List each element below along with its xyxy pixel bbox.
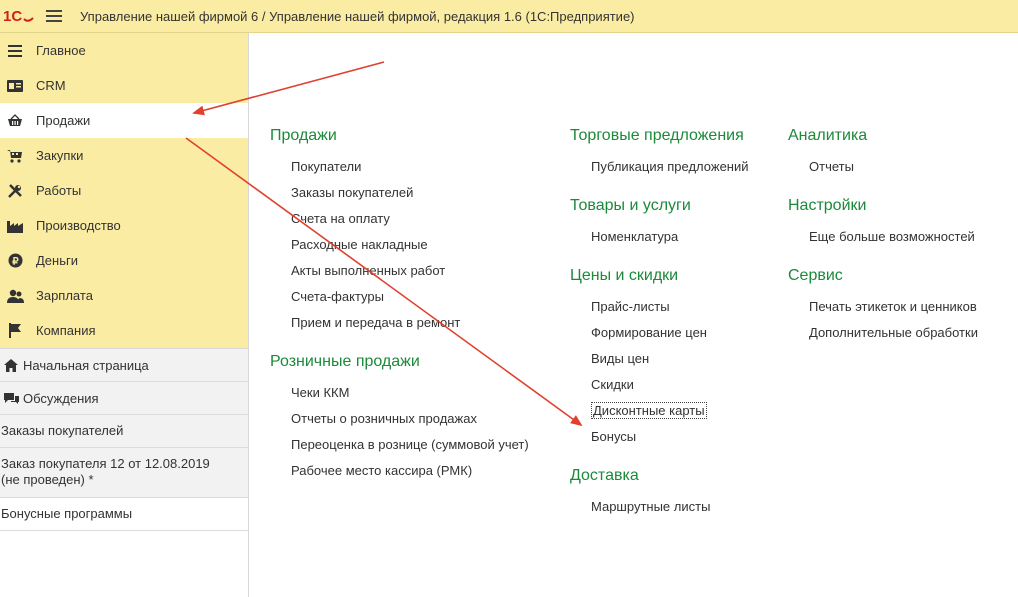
sidebar: Главное CRM Продажи Закупки Работы Произ… [0, 33, 249, 597]
link-retail-revaluation[interactable]: Переоценка в рознице (суммовой учет) [270, 432, 529, 458]
people-icon [6, 288, 24, 304]
group-title: Настройки [788, 197, 867, 214]
link-customer-orders[interactable]: Заказы покупателей [270, 180, 529, 206]
section-label: Продажи [36, 113, 91, 128]
link-retail-reports[interactable]: Отчеты о розничных продажах [270, 406, 529, 432]
group-title: Продажи [270, 127, 337, 144]
nav-home[interactable]: Начальная страница [0, 349, 248, 382]
group-goods: Товары и услуги Номенклатура [570, 197, 749, 250]
group-analytics: Аналитика Отчеты [788, 127, 978, 180]
link-repair-transfer[interactable]: Прием и передача в ремонт [270, 310, 529, 336]
link-kkm-receipts[interactable]: Чеки ККМ [270, 380, 529, 406]
crm-card-icon [6, 78, 24, 94]
link-more-features[interactable]: Еще больше возможностей [788, 224, 978, 250]
group-title: Доставка [570, 467, 639, 484]
open-window-label: Заказы покупателей [1, 423, 124, 438]
section-production[interactable]: Производство [0, 208, 248, 243]
link-completion-acts[interactable]: Акты выполненных работ [270, 258, 529, 284]
svg-text:1С: 1С [3, 8, 22, 25]
link-tax-invoices[interactable]: Счета-фактуры [270, 284, 529, 310]
group-offers: Торговые предложения Публикация предложе… [570, 127, 749, 180]
window-title: Управление нашей фирмой 6 / Управление н… [80, 8, 635, 24]
factory-icon [6, 218, 24, 234]
section-salary[interactable]: Зарплата [0, 278, 248, 313]
link-price-lists[interactable]: Прайс-листы [570, 294, 749, 320]
group-service: Сервис Печать этикеток и ценников Дополн… [788, 267, 978, 346]
section-label: Зарплата [36, 288, 93, 303]
group-title: Торговые предложения [570, 127, 744, 144]
home-icon [3, 358, 19, 372]
main-menu-icon[interactable] [46, 10, 62, 22]
basket-icon [6, 113, 24, 129]
section-panel: Главное CRM Продажи Закупки Работы Произ… [0, 33, 248, 348]
section-works[interactable]: Работы [0, 173, 248, 208]
link-route-sheets[interactable]: Маршрутные листы [570, 494, 749, 520]
section-money[interactable]: ₽ Деньги [0, 243, 248, 278]
discussion-icon [3, 391, 19, 405]
link-nomenclature[interactable]: Номенклатура [570, 224, 749, 250]
section-sales[interactable]: Продажи [0, 103, 248, 138]
link-reports[interactable]: Отчеты [788, 154, 978, 180]
section-label: Работы [36, 183, 82, 198]
link-discount-cards[interactable]: Дисконтные карты [570, 398, 749, 424]
title-bar: 1С Управление нашей фирмой 6 / Управлени… [0, 0, 1018, 33]
group-title: Сервис [788, 267, 843, 284]
discount-cards-label: Дисконтные карты [591, 402, 707, 419]
link-discounts[interactable]: Скидки [570, 372, 749, 398]
link-customers[interactable]: Покупатели [270, 154, 529, 180]
column-1: Продажи Покупатели Заказы покупателей Сч… [270, 127, 529, 501]
group-delivery: Доставка Маршрутные листы [570, 467, 749, 520]
section-label: Компания [36, 323, 96, 338]
group-retail: Розничные продажи Чеки ККМ Отчеты о розн… [270, 353, 529, 484]
section-crm[interactable]: CRM [0, 68, 248, 103]
tools-icon [6, 183, 24, 199]
section-label: Закупки [36, 148, 84, 163]
open-window-label: Бонусные программы [1, 506, 133, 521]
flag-icon [6, 323, 24, 339]
nav-discussions[interactable]: Обсуждения [0, 382, 248, 415]
link-cashier-workplace[interactable]: Рабочее место кассира (РМК) [270, 458, 529, 484]
section-content: Продажи Покупатели Заказы покупателей Сч… [249, 33, 1018, 597]
cart-icon [6, 148, 24, 164]
section-company[interactable]: Компания [0, 313, 248, 348]
link-bonuses[interactable]: Бонусы [570, 424, 749, 450]
column-3: Аналитика Отчеты Настройки Еще больше во… [788, 127, 978, 363]
nav-discussions-label: Обсуждения [23, 390, 99, 406]
section-label: Производство [36, 218, 121, 233]
section-label: CRM [36, 78, 66, 93]
group-settings: Настройки Еще больше возможностей [788, 197, 978, 250]
section-purchases[interactable]: Закупки [0, 138, 248, 173]
section-main[interactable]: Главное [0, 33, 248, 68]
open-window-label: Заказ покупателя 12 от 12.08.2019 (не пр… [1, 456, 210, 487]
nav-panel: Начальная страница Обсуждения [0, 348, 248, 415]
link-publish-offers[interactable]: Публикация предложений [570, 154, 749, 180]
group-prices: Цены и скидки Прайс-листы Формирование ц… [570, 267, 749, 450]
group-sales: Продажи Покупатели Заказы покупателей Сч… [270, 127, 529, 336]
nav-home-label: Начальная страница [23, 357, 149, 373]
group-title: Цены и скидки [570, 267, 679, 284]
group-title: Аналитика [788, 127, 868, 144]
open-window-customer-order-12[interactable]: Заказ покупателя 12 от 12.08.2019 (не пр… [0, 448, 248, 498]
link-additional-processing[interactable]: Дополнительные обработки [788, 320, 978, 346]
section-label: Главное [36, 43, 86, 58]
ruble-coin-icon: ₽ [6, 253, 24, 269]
menu-list-icon [6, 43, 24, 59]
column-2: Торговые предложения Публикация предложе… [570, 127, 749, 537]
group-title: Розничные продажи [270, 353, 420, 370]
1c-logo-icon[interactable]: 1С [2, 5, 36, 27]
link-price-types[interactable]: Виды цен [570, 346, 749, 372]
group-title: Товары и услуги [570, 197, 691, 214]
section-label: Деньги [36, 253, 78, 268]
link-sales-invoices[interactable]: Расходные накладные [270, 232, 529, 258]
link-invoices-for-payment[interactable]: Счета на оплату [270, 206, 529, 232]
link-price-formation[interactable]: Формирование цен [570, 320, 749, 346]
open-window-customer-orders[interactable]: Заказы покупателей [0, 415, 248, 448]
open-window-bonus-programs[interactable]: Бонусные программы [0, 498, 248, 531]
link-print-labels[interactable]: Печать этикеток и ценников [788, 294, 978, 320]
svg-text:₽: ₽ [12, 257, 19, 268]
